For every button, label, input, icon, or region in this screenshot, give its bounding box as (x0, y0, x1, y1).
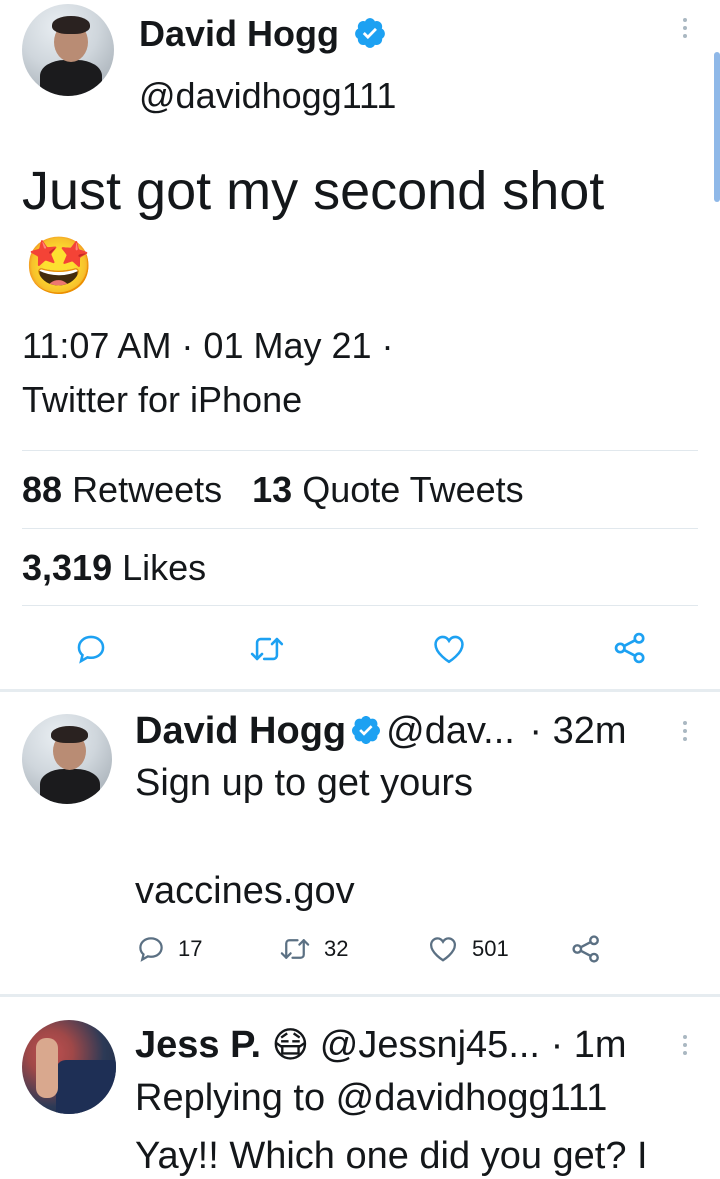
retweet-icon[interactable] (248, 632, 286, 666)
reply-header[interactable]: Jess P. 😷 @Jessnj45... · 1m (135, 1022, 627, 1068)
tweet-text-body: Just got my second shot (22, 161, 605, 221)
reply-count: 17 (178, 936, 203, 961)
retweets-stat[interactable]: 88 Retweets (22, 469, 222, 510)
avatar[interactable] (22, 4, 114, 96)
like-action[interactable]: 501 (426, 934, 509, 964)
likes-count: 3,319 (22, 547, 113, 588)
retweet-action[interactable]: 32 (278, 934, 348, 964)
retweets-label: Retweets (72, 469, 223, 510)
author-name[interactable]: David Hogg (139, 12, 387, 56)
reply-link-text[interactable]: vaccines.gov (135, 868, 355, 914)
tweet-text: Just got my second shot (22, 160, 604, 222)
reply-icon (139, 937, 163, 962)
author-handle[interactable]: @davidhogg111 (139, 74, 396, 118)
reply-header[interactable]: David Hogg @dav... · 32m (135, 708, 627, 754)
star-struck-emoji-icon: 🤩 (24, 234, 94, 297)
likes-stat[interactable]: 3,319 Likes (22, 547, 206, 589)
reply-time[interactable]: · 32m (529, 710, 626, 752)
reply-icon[interactable] (74, 632, 108, 666)
more-icon[interactable] (682, 1035, 688, 1055)
tweet-source[interactable]: Twitter for iPhone (22, 379, 302, 421)
section-divider (0, 994, 720, 997)
reply-handle[interactable]: @Jessnj45... (320, 1024, 540, 1066)
retweet-icon (280, 939, 310, 959)
scrollbar-thumb[interactable] (714, 52, 720, 202)
more-icon[interactable] (682, 18, 688, 38)
engagement-stats: 88 Retweets 13 Quote Tweets (22, 469, 524, 511)
divider (22, 605, 698, 606)
tweet-timestamp[interactable]: 11:07 AM · 01 May 21 · (22, 325, 394, 367)
mask-emoji-icon: 😷 (271, 1024, 310, 1065)
retweet-count: 32 (324, 936, 349, 961)
reply-text: Yay!! Which one did you get? I (135, 1135, 648, 1177)
reply-handle[interactable]: @dav... (386, 710, 515, 752)
verified-badge-icon (355, 18, 385, 49)
divider (22, 528, 698, 529)
reply-author-name[interactable]: Jess P. (135, 1024, 261, 1066)
replying-to[interactable]: Replying to @davidhogg111 (135, 1075, 607, 1121)
like-icon[interactable] (430, 632, 468, 666)
like-count: 501 (472, 936, 509, 961)
reply-text: Sign up to get yours (135, 762, 473, 804)
quotes-label: Quote Tweets (302, 469, 524, 510)
divider (22, 450, 698, 451)
reply-time[interactable]: · 1m (551, 1024, 627, 1066)
share-icon[interactable] (570, 933, 602, 965)
reply-avatar[interactable] (22, 714, 112, 804)
reply-author-name[interactable]: David Hogg (135, 710, 346, 752)
retweets-count: 88 (22, 469, 63, 510)
reply-action[interactable]: 17 (136, 934, 202, 964)
likes-label: Likes (122, 547, 207, 588)
share-icon[interactable] (612, 630, 648, 666)
reply-avatar[interactable] (22, 1020, 116, 1114)
more-icon[interactable] (682, 721, 688, 741)
section-divider (0, 689, 720, 692)
quotes-count: 13 (252, 469, 293, 510)
like-icon (429, 937, 457, 962)
quotes-stat[interactable]: 13 Quote Tweets (252, 469, 524, 510)
verified-badge-icon (352, 715, 381, 744)
author-name-text[interactable]: David Hogg (139, 13, 339, 54)
